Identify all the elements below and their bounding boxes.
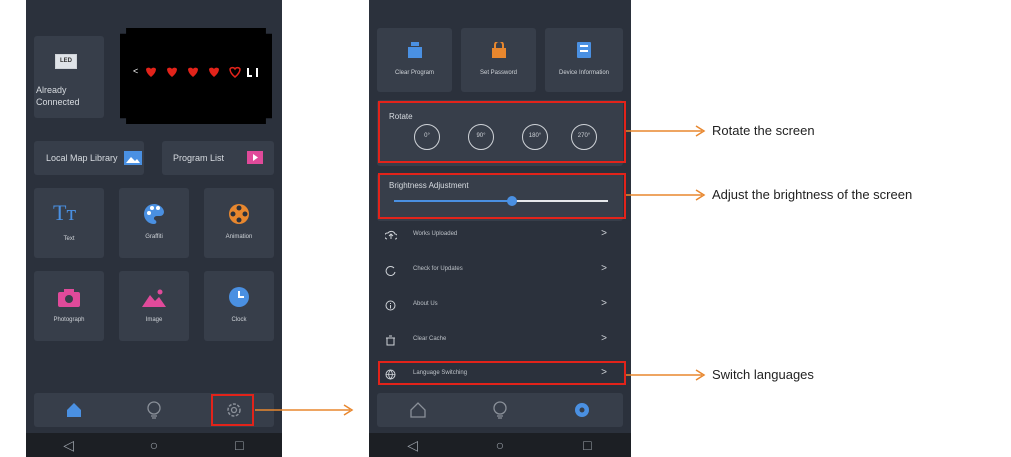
text-tile[interactable]: Tт Text — [34, 188, 104, 258]
lightbulb-icon — [147, 401, 161, 419]
menu-item-label: About Us — [413, 301, 438, 307]
system-navigation-bar: ◁ ○ □ — [369, 433, 631, 457]
info-icon — [385, 300, 396, 311]
trash-icon — [386, 335, 395, 346]
program-list-icon — [247, 151, 263, 164]
lightbulb-icon — [493, 401, 507, 419]
home-icon — [67, 403, 81, 417]
clear-program-icon — [408, 42, 422, 58]
back-icon[interactable]: ◁ — [398, 437, 428, 454]
system-navigation-bar: ◁ ○ □ — [26, 433, 282, 457]
tab-home[interactable] — [54, 395, 94, 425]
rotate-callout: Rotate the screen — [712, 123, 815, 138]
recents-icon[interactable]: □ — [224, 437, 254, 453]
tile-label: Text — [63, 236, 75, 242]
bottom-tab-bar — [377, 393, 623, 427]
map-library-icon — [124, 151, 142, 165]
chevron-right-icon: > — [601, 263, 607, 274]
tab-settings[interactable] — [562, 395, 602, 425]
button-label: Set Password — [479, 70, 518, 76]
clock-tile[interactable]: Clock — [204, 271, 274, 341]
tile-label: Photograph — [53, 317, 85, 323]
button-label: Device Information — [558, 70, 610, 76]
connection-status-label: Already Connected — [36, 85, 80, 107]
home-screen: LED Already Connected < Local Map Librar… — [26, 0, 282, 457]
refresh-icon — [385, 265, 396, 276]
chevron-right-icon: > — [601, 333, 607, 344]
clock-icon — [229, 287, 249, 307]
program-list-button[interactable]: Program List — [162, 141, 274, 175]
rotate-highlight — [378, 101, 626, 163]
home-circle-icon[interactable]: ○ — [139, 437, 169, 453]
recents-icon[interactable]: □ — [572, 437, 602, 453]
menu-item-label: Clear Cache — [413, 336, 447, 342]
home-icon — [410, 402, 426, 418]
menu-item-clear-cache[interactable]: Clear Cache > — [377, 323, 623, 357]
animation-tile[interactable]: Animation — [204, 188, 274, 258]
tile-label: Animation — [225, 234, 253, 240]
language-callout: Switch languages — [712, 367, 814, 382]
settings-screen: Clear Program Set Password Device Inform… — [369, 0, 631, 457]
camera-icon — [58, 289, 80, 307]
menu-item-works-uploaded[interactable]: Works Uploaded > — [377, 218, 623, 252]
back-icon[interactable]: ◁ — [54, 437, 84, 454]
menu-item-check-updates[interactable]: Check for Updates > — [377, 253, 623, 287]
heart-row-icon — [146, 66, 258, 78]
chevron-right-icon: > — [601, 298, 607, 309]
graffiti-tile[interactable]: Graffiti — [119, 188, 189, 258]
text-icon: Tт — [53, 200, 77, 225]
menu-item-about-us[interactable]: About Us > — [377, 288, 623, 322]
brightness-callout: Adjust the brightness of the screen — [712, 187, 913, 202]
tile-label: Image — [145, 317, 163, 323]
lock-icon — [492, 42, 506, 58]
tab-tips[interactable] — [480, 395, 520, 425]
menu-item-label: Check for Updates — [413, 266, 463, 272]
upload-icon — [385, 230, 397, 240]
connection-status-tile[interactable]: LED Already Connected — [34, 36, 104, 118]
tab-tips[interactable] — [134, 395, 174, 425]
set-password-button[interactable]: Set Password — [461, 28, 536, 92]
button-label: Clear Program — [394, 70, 434, 76]
led-icon: LED — [55, 54, 77, 69]
tab-home[interactable] — [398, 395, 438, 425]
home-circle-icon[interactable]: ○ — [485, 437, 515, 453]
photograph-tile[interactable]: Photograph — [34, 271, 104, 341]
local-map-library-button[interactable]: Local Map Library — [34, 141, 144, 175]
image-icon — [142, 289, 166, 307]
led-preview: < — [120, 28, 272, 124]
language-highlight — [378, 361, 626, 385]
device-info-icon — [577, 42, 591, 58]
preview-arrow: < — [133, 66, 139, 76]
gear-icon — [575, 403, 589, 417]
settings-tab-highlight — [211, 394, 254, 426]
film-reel-icon — [229, 204, 249, 224]
palette-icon — [144, 204, 164, 224]
device-information-button[interactable]: Device Information — [545, 28, 623, 92]
clear-program-button[interactable]: Clear Program — [377, 28, 452, 92]
program-list-label: Program List — [173, 153, 225, 163]
chevron-right-icon: > — [601, 228, 607, 239]
local-map-library-label: Local Map Library — [46, 153, 118, 163]
menu-item-label: Works Uploaded — [413, 231, 458, 237]
tile-label: Clock — [231, 317, 247, 323]
tile-label: Graffiti — [145, 234, 163, 240]
image-tile[interactable]: Image — [119, 271, 189, 341]
brightness-highlight — [378, 173, 626, 219]
